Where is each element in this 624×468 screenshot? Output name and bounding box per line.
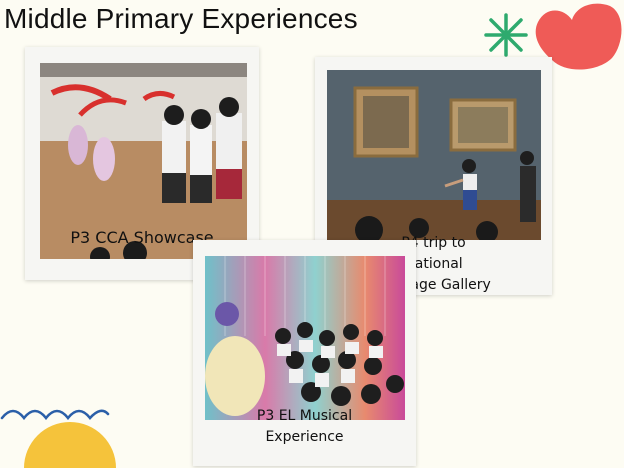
caption-line: P3 EL Musical <box>256 408 353 424</box>
photo-card-el-musical: P3 EL Musical Experience <box>193 240 416 466</box>
blue-scallop-line <box>0 409 110 421</box>
slide-title: Middle Primary Experiences <box>4 3 358 34</box>
el-musical-caption: P3 EL Musical Experience <box>193 406 416 448</box>
caption-line: Experience <box>265 429 344 445</box>
asterisk-icon <box>484 13 528 57</box>
heritage-gallery-photo <box>327 70 541 240</box>
el-musical-photo <box>205 256 405 420</box>
